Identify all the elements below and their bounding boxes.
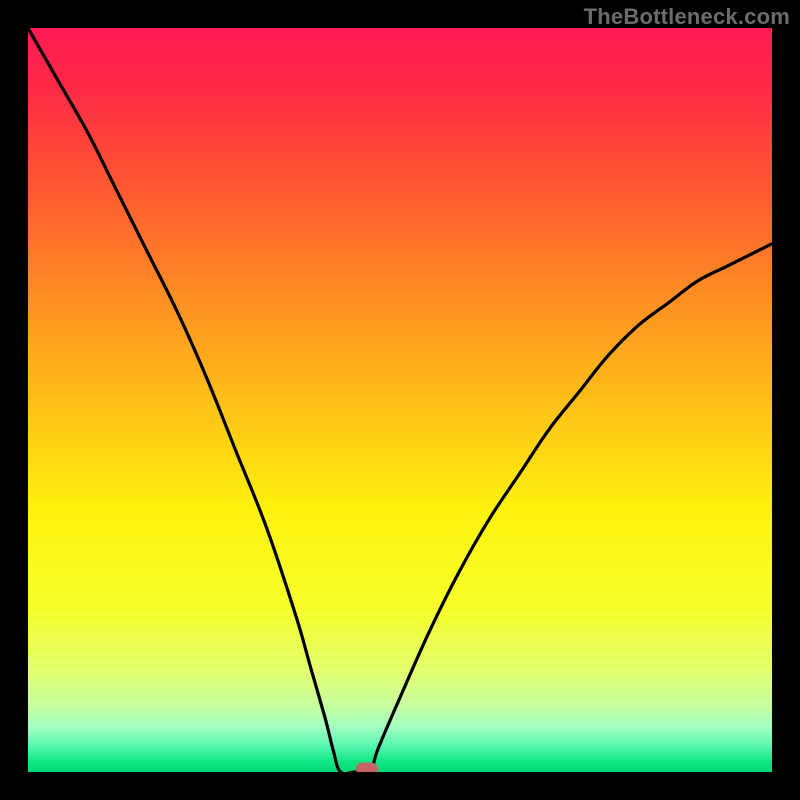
watermark-text: TheBottleneck.com xyxy=(584,4,790,30)
outer-frame: TheBottleneck.com xyxy=(0,0,800,800)
plot-area xyxy=(28,28,772,772)
optimum-marker xyxy=(356,763,378,773)
bottleneck-curve xyxy=(28,28,772,772)
